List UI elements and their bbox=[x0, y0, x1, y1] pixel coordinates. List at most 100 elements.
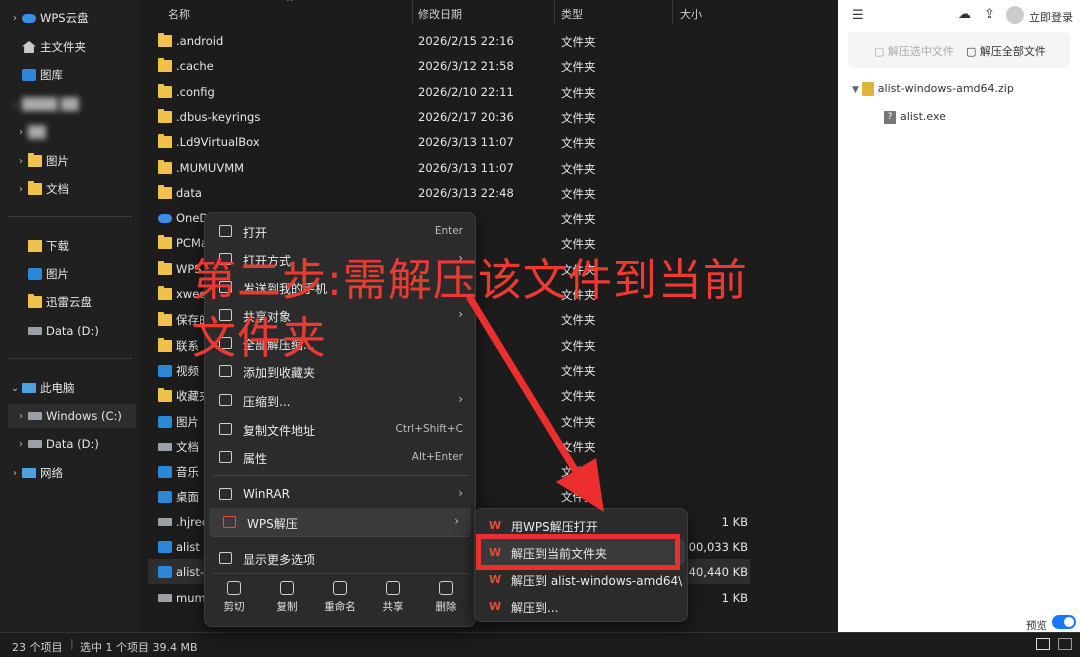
file-icon bbox=[158, 415, 172, 428]
nav-wps-cloud[interactable]: › WPS云盘 bbox=[8, 6, 89, 30]
document-icon: ▢ bbox=[874, 45, 888, 58]
pictures-icon bbox=[28, 268, 42, 280]
copy-path-icon bbox=[219, 423, 232, 435]
table-row[interactable]: .cache 2026/3/12 21:58 文件夹 bbox=[148, 53, 750, 78]
delete-button[interactable]: 删除 bbox=[421, 581, 471, 614]
chevron-right-icon[interactable]: › bbox=[14, 184, 28, 195]
column-header: 名称 ^ 修改日期 类型 大小 bbox=[148, 0, 838, 26]
date-cell: 2026/3/13 11:07 bbox=[418, 135, 514, 150]
date-cell: 2026/3/13 22:48 bbox=[418, 185, 514, 200]
nav-blurred-account[interactable]: ⌄ ████ ██ bbox=[8, 92, 79, 116]
nav-downloads[interactable]: 下载 bbox=[28, 234, 69, 258]
gallery-icon bbox=[22, 69, 36, 81]
nav-network[interactable]: › 网络 bbox=[8, 461, 63, 485]
chevron-right-icon[interactable]: › bbox=[14, 439, 28, 450]
context-menu-item-wps-extract[interactable]: WPS解压 › bbox=[209, 508, 471, 536]
rename-button[interactable]: 重命名 bbox=[315, 581, 365, 614]
table-row[interactable]: .android 2026/2/15 22:16 文件夹 bbox=[148, 28, 750, 53]
table-row[interactable]: data 2026/3/13 22:48 文件夹 bbox=[148, 180, 750, 205]
type-cell: 文件夹 bbox=[561, 212, 596, 227]
nav-this-pc[interactable]: ⌄ 此电脑 bbox=[8, 376, 75, 400]
chevron-right-icon[interactable]: › bbox=[14, 127, 28, 138]
date-cell: 2026/2/10 22:11 bbox=[418, 84, 514, 99]
wps-icon bbox=[223, 516, 236, 528]
copy-button[interactable]: 复制 bbox=[262, 581, 312, 614]
type-cell: 文件夹 bbox=[561, 161, 596, 176]
sidebar-scrollbar[interactable] bbox=[140, 0, 148, 632]
column-date[interactable]: 修改日期 bbox=[418, 6, 462, 22]
submenu-item-extract-to[interactable]: W 解压到... bbox=[479, 593, 685, 619]
chevron-down-icon[interactable]: ⌄ bbox=[8, 99, 22, 110]
nav-windows-c[interactable]: › Windows (C:) bbox=[8, 404, 136, 428]
nav-pictures-quick[interactable]: 图片 bbox=[28, 262, 69, 286]
context-menu-item-show-more-options[interactable]: 显示更多选项 bbox=[205, 544, 475, 572]
nav-blurred-folder[interactable]: › ██ bbox=[14, 120, 46, 144]
folder-icon bbox=[158, 58, 172, 73]
nav-gallery[interactable]: 图库 bbox=[22, 63, 63, 87]
context-menu-item-open[interactable]: 打开 Enter bbox=[205, 217, 475, 245]
size-cell: 1 KB bbox=[721, 590, 748, 605]
nav-pictures[interactable]: › 图片 bbox=[14, 149, 69, 173]
details-view-icon[interactable] bbox=[1036, 638, 1050, 650]
file-icon bbox=[158, 491, 172, 504]
chevron-right-icon[interactable]: › bbox=[14, 411, 28, 422]
context-menu-item-copy-path[interactable]: 复制文件地址 Ctrl+Shift+C bbox=[205, 415, 475, 443]
folder-icon bbox=[158, 286, 172, 300]
extract-all-button[interactable]: ▢ 解压全部文件 bbox=[966, 43, 1046, 59]
shortcut-hint: Ctrl+Shift+C bbox=[395, 423, 463, 435]
table-row[interactable]: .Ld9VirtualBox 2026/3/13 11:07 文件夹 bbox=[148, 129, 750, 154]
caret-down-icon[interactable]: ▼ bbox=[852, 85, 862, 95]
file-icon bbox=[158, 541, 172, 553]
preview-toggle[interactable] bbox=[1052, 615, 1076, 629]
computer-icon bbox=[22, 383, 36, 393]
share-icon[interactable]: ⇪ bbox=[984, 7, 995, 22]
date-cell: 2026/2/17 20:36 bbox=[418, 109, 514, 124]
table-row[interactable]: .config 2026/2/10 22:11 文件夹 bbox=[148, 79, 750, 104]
nav-home[interactable]: 主文件夹 bbox=[22, 35, 86, 59]
menu-divider bbox=[213, 475, 469, 476]
cut-button[interactable]: 剪切 bbox=[209, 581, 259, 614]
upload-cloud-icon[interactable]: ☁ bbox=[958, 7, 971, 22]
home-icon bbox=[22, 41, 36, 53]
column-divider[interactable] bbox=[412, 0, 413, 24]
table-row[interactable]: .MUMUVMM 2026/3/13 11:07 文件夹 bbox=[148, 155, 750, 180]
share-button[interactable]: 共享 bbox=[368, 581, 418, 614]
nav-documents[interactable]: › 文档 bbox=[14, 177, 69, 201]
more-options-icon bbox=[219, 552, 232, 564]
avatar[interactable] bbox=[1006, 6, 1024, 24]
folder-icon bbox=[158, 312, 172, 327]
archive-tree-root[interactable]: ▼ alist-windows-amd64.zip bbox=[852, 82, 1014, 96]
column-divider[interactable] bbox=[554, 0, 555, 24]
chevron-right-icon[interactable]: › bbox=[14, 156, 28, 167]
login-link[interactable]: 立即登录 bbox=[1029, 9, 1073, 25]
share-icon bbox=[386, 581, 400, 595]
nav-data-d-quick[interactable]: Data (D:) bbox=[28, 319, 99, 343]
file-name-cell: .Ld9VirtualBox bbox=[158, 134, 260, 149]
folder-icon bbox=[28, 181, 42, 195]
column-divider[interactable] bbox=[672, 0, 673, 24]
chevron-right-icon[interactable]: › bbox=[8, 13, 22, 24]
extract-selected-button[interactable]: ▢ 解压选中文件 bbox=[874, 43, 954, 59]
context-menu-item-compress-to[interactable]: 压缩到... › bbox=[205, 386, 475, 414]
date-cell: 2026/2/15 22:16 bbox=[418, 34, 514, 48]
drive-icon bbox=[28, 440, 42, 448]
file-name-cell: .cache bbox=[158, 58, 214, 73]
zip-icon bbox=[861, 82, 874, 96]
nav-xunlei-cloud[interactable]: 迅雷云盘 bbox=[28, 290, 92, 314]
tiles-view-icon[interactable] bbox=[1058, 638, 1072, 650]
file-name-cell: 音乐 bbox=[158, 464, 199, 480]
context-menu-item-winrar[interactable]: WinRAR › bbox=[205, 480, 475, 508]
file-name-cell: PCMa bbox=[158, 235, 208, 250]
chevron-right-icon[interactable]: › bbox=[8, 468, 22, 479]
table-row[interactable]: .dbus-keyrings 2026/2/17 20:36 文件夹 bbox=[148, 104, 750, 129]
archive-tree-item[interactable]: ? alist.exe bbox=[884, 110, 946, 124]
chevron-down-icon[interactable]: ⌄ bbox=[8, 383, 22, 394]
context-menu-item-properties[interactable]: 属性 Alt+Enter bbox=[205, 443, 475, 471]
nav-data-d[interactable]: › Data (D:) bbox=[14, 432, 99, 456]
extract-toolbar: ▢ 解压选中文件 ▢ 解压全部文件 bbox=[848, 32, 1070, 68]
folder-icon bbox=[158, 134, 172, 149]
column-name[interactable]: 名称 bbox=[168, 6, 190, 22]
column-type[interactable]: 类型 bbox=[561, 6, 583, 22]
menu-icon[interactable]: ☰ bbox=[852, 8, 864, 23]
column-size[interactable]: 大小 bbox=[680, 6, 702, 22]
